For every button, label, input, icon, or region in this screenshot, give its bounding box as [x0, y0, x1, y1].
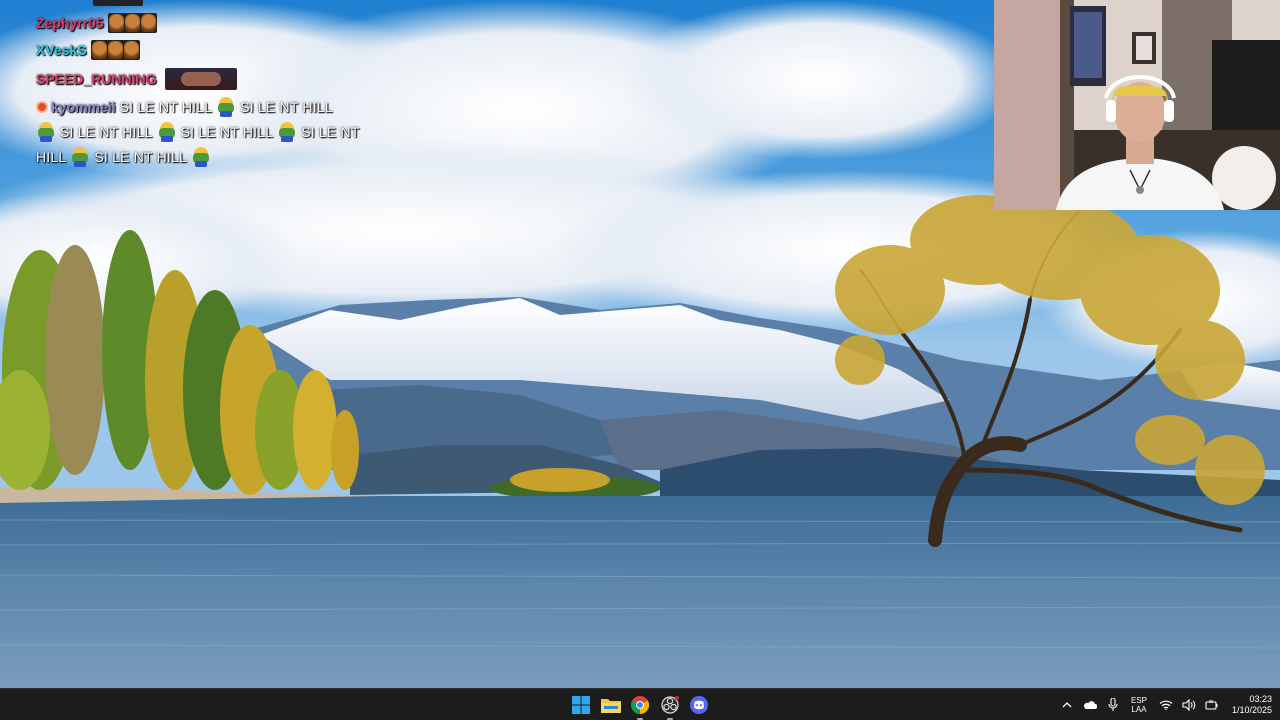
chat-message-continued: SI LE NT HILL SI LE NT HILL SI LE NT: [36, 122, 360, 142]
clock-time: 03:23: [1249, 694, 1272, 704]
pepe-emote-icon: [70, 147, 90, 167]
chat-message-continued: HILL SI LE NT HILL: [36, 147, 215, 167]
speaker-icon: [1182, 699, 1196, 711]
emote-icon: [91, 41, 107, 59]
file-explorer-button[interactable]: [599, 693, 623, 717]
pepe-emote-icon: [277, 122, 297, 142]
microphone-button[interactable]: [1103, 695, 1123, 715]
chat-message: Zephyrr05: [36, 13, 157, 33]
pepe-emote-icon: [191, 147, 211, 167]
webcam-image: [994, 0, 1280, 210]
cloud-icon: [1083, 701, 1097, 709]
network-button[interactable]: [1156, 695, 1176, 715]
chat-username: XVeskS: [36, 42, 87, 58]
wifi-icon: [1159, 700, 1173, 710]
emote-icon: [140, 14, 156, 32]
chat-message: XVeskS: [36, 40, 140, 60]
chat-text: SI LE NT HILL: [94, 149, 187, 165]
chat-text: HILL: [36, 149, 67, 165]
emote-strip: [93, 0, 143, 6]
system-tray: ESP LAA 03:23 1/10/2025: [1054, 689, 1272, 720]
chat-message: SPEED_RUNNING: [36, 68, 237, 90]
chat-username: kyommeii: [51, 99, 116, 115]
chat-text: SI LE NT HILL: [180, 124, 274, 140]
chat-message: kyommeii SI LE NT HILL SI LE NT HILL: [36, 97, 333, 117]
chrome-button[interactable]: [628, 693, 652, 720]
microphone-icon: [1108, 698, 1118, 711]
keyboard-layout: LAA: [1131, 705, 1147, 714]
pepe-emote-icon: [216, 97, 236, 117]
clock-date: 1/10/2025: [1231, 705, 1272, 715]
emote-icon: [124, 14, 140, 32]
obs-icon: [661, 696, 679, 714]
emote-icon: [108, 14, 124, 32]
pepe-emote-icon: [36, 122, 56, 142]
chevron-up-icon: [1062, 702, 1072, 708]
discord-icon: [690, 696, 708, 714]
emote-group: [90, 40, 140, 60]
chrome-icon: [631, 696, 649, 714]
taskbar: ESP LAA 03:23 1/10/2025: [0, 688, 1280, 720]
clock-button[interactable]: 03:23 1/10/2025: [1232, 694, 1272, 716]
chat-text: SI LE NT HILL: [240, 99, 333, 115]
emote-group: [107, 13, 157, 33]
emote-icon: [107, 41, 123, 59]
show-hidden-icons-button[interactable]: [1057, 695, 1077, 715]
chat-text: SI LE NT: [301, 124, 360, 140]
folder-icon: [601, 699, 621, 713]
language-indicator[interactable]: ESP LAA: [1131, 696, 1147, 714]
emote-icon: [123, 41, 139, 59]
chat-text: SI LE NT HILL: [119, 99, 213, 115]
start-button[interactable]: [569, 693, 593, 717]
chat-username: Zephyrr05: [36, 15, 104, 31]
language-code: ESP: [1130, 696, 1147, 705]
chat-text: SI LE NT HILL: [60, 124, 153, 140]
chat-username: SPEED_RUNNING: [36, 71, 157, 87]
pepe-emote-icon: [157, 122, 177, 142]
obs-button[interactable]: [658, 693, 682, 720]
live-badge-icon: [36, 101, 48, 113]
battery-plug-icon: [1205, 700, 1218, 710]
onedrive-button[interactable]: [1080, 695, 1100, 715]
volume-button[interactable]: [1179, 695, 1199, 715]
windows-logo-icon: [572, 696, 590, 714]
discord-button[interactable]: [687, 693, 711, 717]
battery-button[interactable]: [1202, 695, 1222, 715]
webcam-feed: [994, 0, 1280, 210]
emote-icon: [164, 68, 237, 90]
